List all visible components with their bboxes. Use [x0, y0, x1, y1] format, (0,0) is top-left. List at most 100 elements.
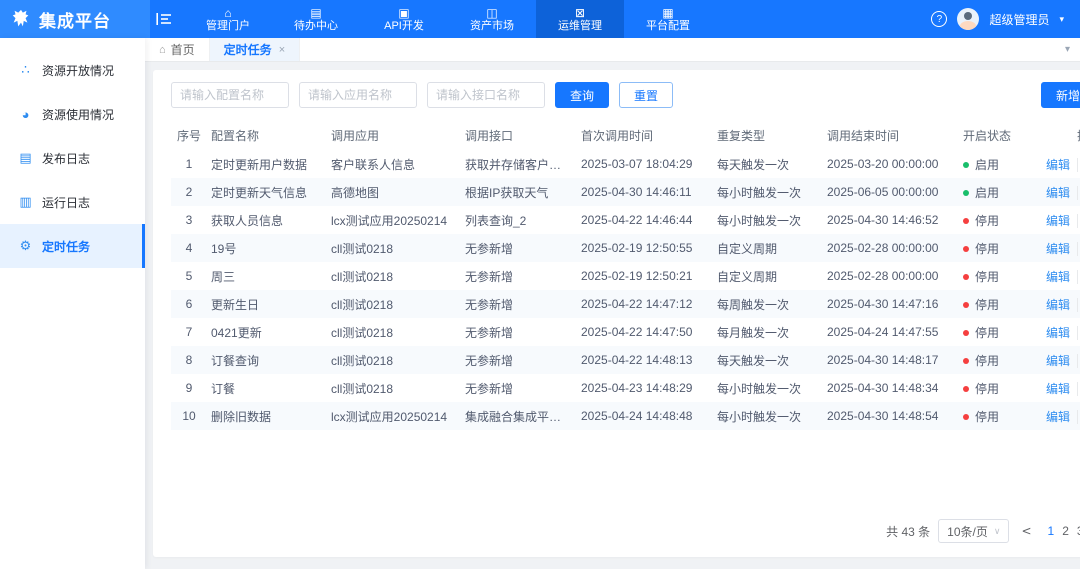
filter-input-3[interactable] — [427, 82, 545, 108]
table-cell: 2025-04-24 14:47:55 — [823, 318, 959, 346]
table-cell: 无参新增 — [461, 234, 577, 262]
filter-input-2[interactable] — [299, 82, 417, 108]
col-header: 调用结束时间 — [823, 120, 959, 150]
table-cell: 高德地图 — [327, 178, 461, 206]
edit-link[interactable]: 编辑 — [1039, 298, 1077, 312]
pagination: 共 43 条 10条/页 ∨ < 12345 > — [171, 519, 1080, 543]
nav-label: 管理门户 — [206, 20, 250, 32]
nav-item-ops[interactable]: ⊠运维管理 — [536, 0, 624, 38]
home-icon: ⌂ — [159, 44, 166, 56]
user-menu-caret-icon[interactable]: ▾ — [1059, 14, 1064, 25]
close-tab-icon[interactable]: × — [279, 44, 285, 56]
col-header: 配置名称 — [207, 120, 327, 150]
table-cell: 8 — [171, 346, 207, 374]
edit-link[interactable]: 编辑 — [1039, 158, 1077, 172]
status-text: 停用 — [975, 326, 999, 340]
table-row: 3获取人员信息lcx测试应用20250214列表查询_22025-04-22 1… — [171, 206, 1080, 234]
status-dot-icon — [963, 302, 969, 308]
horse-logo-icon — [10, 8, 32, 30]
sidebar-item-run-log[interactable]: ▥运行日志 — [0, 180, 145, 224]
table-row: 419号cll测试0218无参新增2025-02-19 12:50:55自定义周… — [171, 234, 1080, 262]
nav-item-home[interactable]: ⌂管理门户 — [184, 0, 272, 38]
edit-link[interactable]: 编辑 — [1039, 354, 1077, 368]
edit-link[interactable]: 编辑 — [1039, 410, 1077, 424]
table-cell: 2025-04-24 14:48:48 — [577, 402, 713, 430]
tab-scheduled-tasks[interactable]: 定时任务 × — [210, 38, 300, 61]
nav-item-market[interactable]: ◫资产市场 — [448, 0, 536, 38]
nav-item-config[interactable]: ▦平台配置 — [624, 0, 712, 38]
ops-cell: 编辑日志更多 ▾ — [1035, 262, 1080, 290]
edit-link[interactable]: 编辑 — [1039, 242, 1077, 256]
edit-link[interactable]: 编辑 — [1039, 186, 1077, 200]
table-cell: 2025-04-30 14:47:16 — [823, 290, 959, 318]
status-text: 启用 — [975, 158, 999, 172]
ops-cell: 编辑日志更多 ▾ — [1035, 318, 1080, 346]
status-dot-icon — [963, 162, 969, 168]
table-cell: 2025-04-22 14:47:50 — [577, 318, 713, 346]
table-cell: 集成融合集成平台-数... — [461, 402, 577, 430]
page-size-caret-icon: ∨ — [994, 526, 1001, 537]
tab-home[interactable]: ⌂ 首页 — [145, 38, 210, 61]
filter-input-1[interactable] — [171, 82, 289, 108]
page-number-2[interactable]: 2 — [1058, 524, 1073, 538]
page-size-select[interactable]: 10条/页 ∨ — [938, 519, 1009, 543]
prev-page-icon[interactable]: < — [1017, 524, 1035, 538]
table-cell: 每周触发一次 — [713, 290, 823, 318]
ops-icon: ⊠ — [575, 7, 585, 19]
tab-list-caret-icon[interactable]: ▾ — [1055, 38, 1080, 61]
add-task-button[interactable]: 新增定时任务 — [1041, 82, 1080, 108]
table-cell: 4 — [171, 234, 207, 262]
run-log-icon: ▥ — [18, 194, 33, 210]
table-cell: lcx测试应用20250214 — [327, 206, 461, 234]
table-cell: 2025-02-28 00:00:00 — [823, 234, 959, 262]
page-numbers: 12345 — [1044, 524, 1080, 538]
status-cell: 停用 — [959, 318, 1035, 346]
edit-link[interactable]: 编辑 — [1039, 270, 1077, 284]
tab-strip: ⌂ 首页 定时任务 × ▾ — [145, 38, 1080, 62]
table-cell: 2025-03-07 18:04:29 — [577, 150, 713, 178]
sidebar-item-share[interactable]: ∴资源开放情况 — [0, 48, 145, 92]
table-cell: 无参新增 — [461, 262, 577, 290]
status-cell: 停用 — [959, 234, 1035, 262]
table-row: 10删除旧数据lcx测试应用20250214集成融合集成平台-数...2025-… — [171, 402, 1080, 430]
table-cell: 获取人员信息 — [207, 206, 327, 234]
ops-cell: 编辑日志更多 ▾ — [1035, 206, 1080, 234]
spacer — [171, 430, 1080, 519]
avatar[interactable] — [957, 8, 979, 30]
status-cell: 停用 — [959, 290, 1035, 318]
page-area: 查询 重置 新增定时任务 序号配置名称调用应用调用接口首次调用时间重复类型调用结… — [145, 62, 1080, 569]
search-button[interactable]: 查询 — [555, 82, 609, 108]
sidebar-item-pie[interactable]: ◕资源使用情况 — [0, 92, 145, 136]
reset-button[interactable]: 重置 — [619, 82, 673, 108]
market-icon: ◫ — [486, 7, 497, 19]
table-cell: 定时更新天气信息 — [207, 178, 327, 206]
table-cell: 根据IP获取天气 — [461, 178, 577, 206]
publish-log-icon: ▤ — [18, 150, 33, 166]
table-cell: 2 — [171, 178, 207, 206]
table-row: 8订餐查询cll测试0218无参新增2025-04-22 14:48:13每天触… — [171, 346, 1080, 374]
table-cell: 2025-02-19 12:50:21 — [577, 262, 713, 290]
table-cell: 获取并存储客户联系... — [461, 150, 577, 178]
sidebar-collapse-icon[interactable] — [150, 0, 184, 38]
home-icon: ⌂ — [224, 7, 231, 19]
table-cell: 2025-04-30 14:46:11 — [577, 178, 713, 206]
status-text: 停用 — [975, 270, 999, 284]
status-text: 停用 — [975, 382, 999, 396]
sidebar-item-publish-log[interactable]: ▤发布日志 — [0, 136, 145, 180]
table-cell: 2025-02-28 00:00:00 — [823, 262, 959, 290]
page-number-1[interactable]: 1 — [1044, 524, 1059, 538]
table-header-row: 序号配置名称调用应用调用接口首次调用时间重复类型调用结束时间开启状态操作 — [171, 120, 1080, 150]
status-text: 停用 — [975, 410, 999, 424]
page-number-3[interactable]: 3 — [1073, 524, 1080, 538]
user-name[interactable]: 超级管理员 — [989, 11, 1049, 28]
nav-item-todo[interactable]: ▤待办中心 — [272, 0, 360, 38]
sidebar-item-label: 资源开放情况 — [42, 62, 114, 79]
tasks-table-wrap: 序号配置名称调用应用调用接口首次调用时间重复类型调用结束时间开启状态操作 1定时… — [171, 120, 1080, 430]
edit-link[interactable]: 编辑 — [1039, 382, 1077, 396]
nav-item-api[interactable]: ▣API开发 — [360, 0, 448, 38]
edit-link[interactable]: 编辑 — [1039, 326, 1077, 340]
sidebar-item-timer-gear[interactable]: ⚙定时任务 — [0, 224, 145, 268]
help-icon[interactable]: ? — [931, 11, 947, 27]
edit-link[interactable]: 编辑 — [1039, 214, 1077, 228]
status-dot-icon — [963, 218, 969, 224]
